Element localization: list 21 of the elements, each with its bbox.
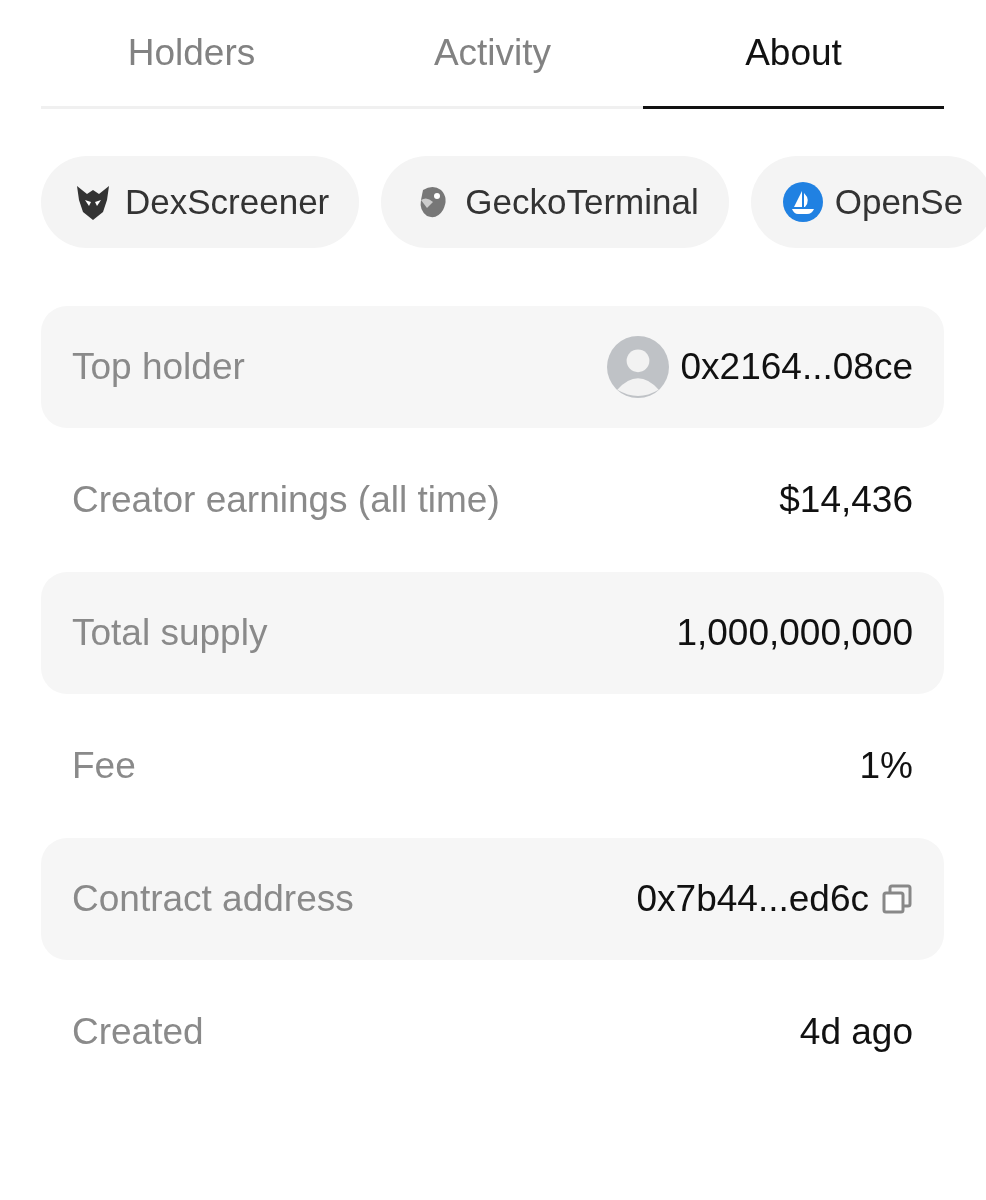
detail-label: Creator earnings (all time) (72, 479, 500, 521)
tab[interactable]: Holders (41, 0, 342, 109)
detail-value: 1,000,000,000 (676, 612, 913, 654)
detail-value: 4d ago (799, 1011, 913, 1053)
detail-label: Created (72, 1011, 204, 1053)
detail-label: Fee (72, 745, 136, 787)
link-chip[interactable]: OpenSe (750, 156, 986, 248)
detail-value: 0x7b44...ed6c (636, 878, 869, 920)
boat-icon (782, 182, 823, 222)
detail-label: Top holder (72, 346, 245, 388)
tab[interactable]: About (643, 0, 944, 109)
tab[interactable]: Activity (342, 0, 643, 109)
detail-label: Total supply (72, 612, 268, 654)
link-chip[interactable]: GeckoTerminal (381, 156, 729, 248)
detail-value: 1% (859, 745, 913, 787)
detail-value: 0x2164...08ce (680, 346, 913, 388)
copy-icon[interactable] (881, 883, 913, 915)
detail-label: Contract address (72, 878, 354, 920)
detail-value: $14,436 (779, 479, 913, 521)
avatar-icon (606, 336, 669, 398)
link-chip[interactable]: DexScreener (41, 156, 360, 248)
